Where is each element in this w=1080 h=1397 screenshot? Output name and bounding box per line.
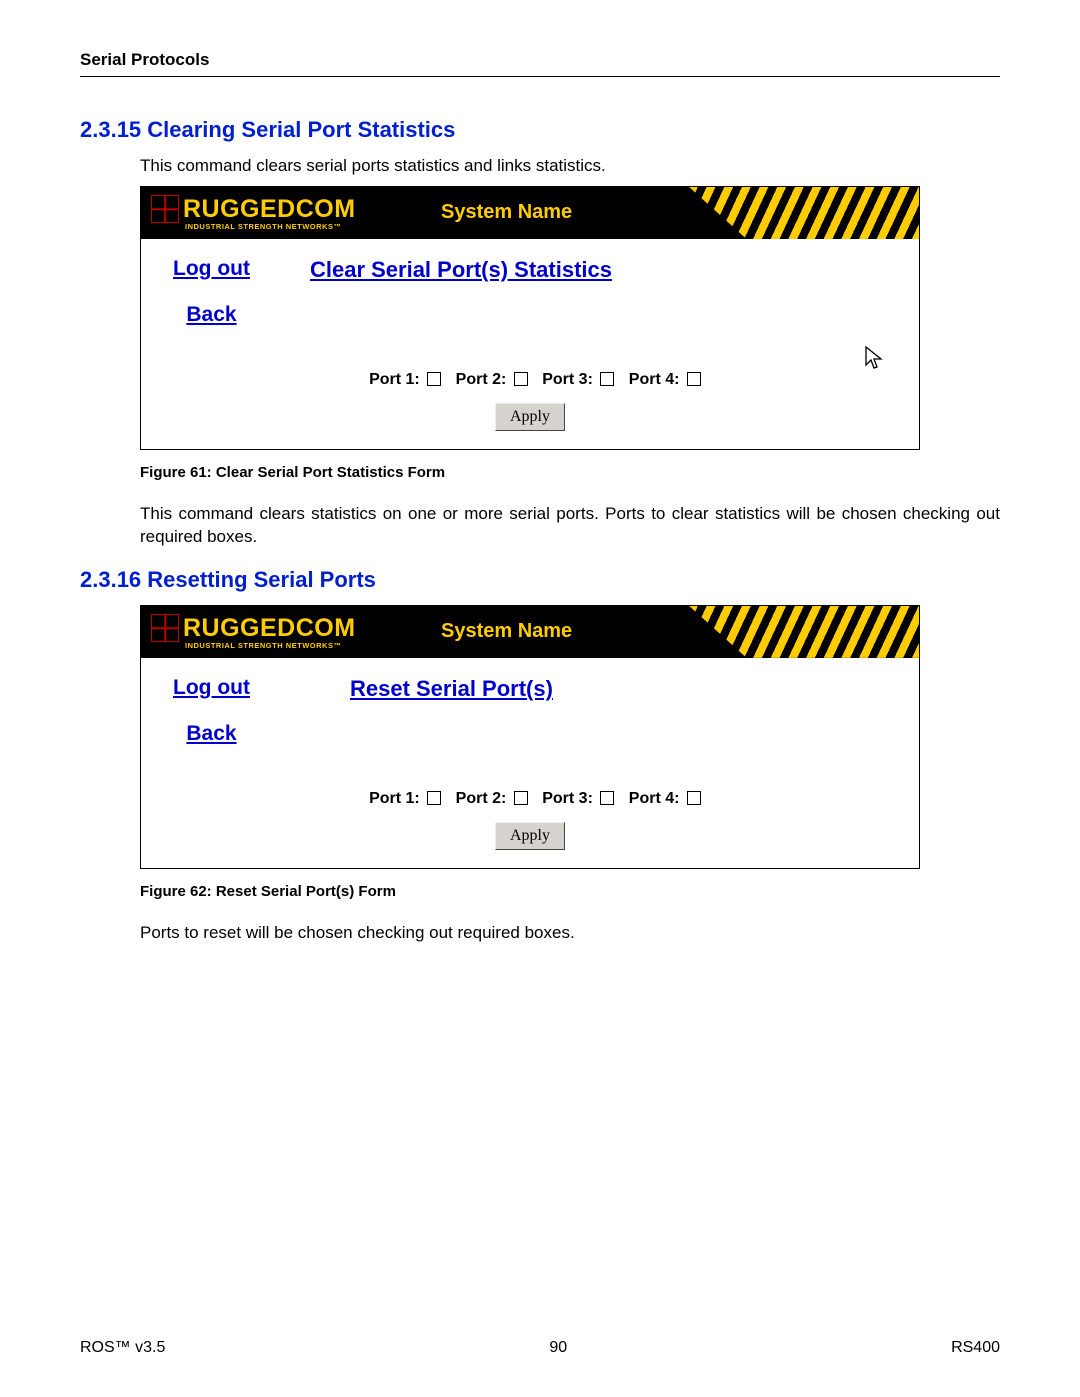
port4-label: Port 4:	[629, 790, 680, 807]
port4-checkbox[interactable]	[687, 791, 701, 805]
logo: RUGGEDCOM INDUSTRIAL STRENGTH NETWORKS™	[141, 195, 401, 231]
ui-header: RUGGEDCOM INDUSTRIAL STRENGTH NETWORKS™ …	[141, 187, 919, 239]
panel-title-clear: Clear Serial Port(s) Statistics	[310, 255, 612, 283]
port2-checkbox[interactable]	[514, 791, 528, 805]
panel-title-reset: Reset Serial Port(s)	[310, 674, 553, 702]
section1-intro: This command clears serial ports statist…	[140, 155, 1000, 178]
port3-checkbox[interactable]	[600, 791, 614, 805]
page-footer: ROS™ v3.5 90 RS400	[80, 1339, 1000, 1357]
port1-label: Port 1:	[369, 790, 420, 807]
figure62-caption: Figure 62: Reset Serial Port(s) Form	[140, 883, 1000, 900]
clear-stats-form: RUGGEDCOM INDUSTRIAL STRENGTH NETWORKS™ …	[140, 186, 920, 450]
diagonal-stripes-icon	[689, 187, 919, 239]
footer-left: ROS™ v3.5	[80, 1339, 165, 1357]
page-header: Serial Protocols	[80, 50, 1000, 77]
port3-label: Port 3:	[542, 371, 593, 388]
figure61-caption: Figure 61: Clear Serial Port Statistics …	[140, 464, 1000, 481]
port2-checkbox[interactable]	[514, 372, 528, 386]
port4-label: Port 4:	[629, 371, 680, 388]
brand-name: RUGGEDCOM	[183, 614, 356, 643]
apply-button[interactable]: Apply	[495, 822, 565, 850]
back-link[interactable]: Back	[173, 722, 250, 746]
section-heading-resetting: 2.3.16 Resetting Serial Ports	[80, 567, 1000, 593]
logo-grid-icon	[151, 614, 179, 642]
port1-label: Port 1:	[369, 371, 420, 388]
logo: RUGGEDCOM INDUSTRIAL STRENGTH NETWORKS™	[141, 614, 401, 650]
port4-checkbox[interactable]	[687, 372, 701, 386]
back-link[interactable]: Back	[173, 303, 250, 327]
port2-label: Port 2:	[456, 790, 507, 807]
logout-link[interactable]: Log out	[173, 257, 250, 281]
port3-checkbox[interactable]	[600, 372, 614, 386]
port3-label: Port 3:	[542, 790, 593, 807]
section1-description: This command clears statistics on one or…	[140, 503, 1000, 549]
section-heading-clearing: 2.3.15 Clearing Serial Port Statistics	[80, 117, 1000, 143]
logout-link[interactable]: Log out	[173, 676, 250, 700]
brand-sub: INDUSTRIAL STRENGTH NETWORKS™	[151, 222, 401, 231]
diagonal-stripes-icon	[689, 606, 919, 658]
section2-description: Ports to reset will be chosen checking o…	[140, 922, 1000, 945]
port1-checkbox[interactable]	[427, 791, 441, 805]
port1-checkbox[interactable]	[427, 372, 441, 386]
brand-name: RUGGEDCOM	[183, 195, 356, 224]
ports-row: Port 1: Port 2: Port 3: Port 4:	[161, 371, 899, 389]
footer-right: RS400	[951, 1339, 1000, 1357]
apply-button[interactable]: Apply	[495, 403, 565, 431]
reset-ports-form: RUGGEDCOM INDUSTRIAL STRENGTH NETWORKS™ …	[140, 605, 920, 869]
ports-row: Port 1: Port 2: Port 3: Port 4:	[161, 790, 899, 808]
logo-grid-icon	[151, 195, 179, 223]
footer-page-number: 90	[549, 1339, 567, 1357]
ui-header: RUGGEDCOM INDUSTRIAL STRENGTH NETWORKS™ …	[141, 606, 919, 658]
port2-label: Port 2:	[456, 371, 507, 388]
brand-sub: INDUSTRIAL STRENGTH NETWORKS™	[151, 641, 401, 650]
